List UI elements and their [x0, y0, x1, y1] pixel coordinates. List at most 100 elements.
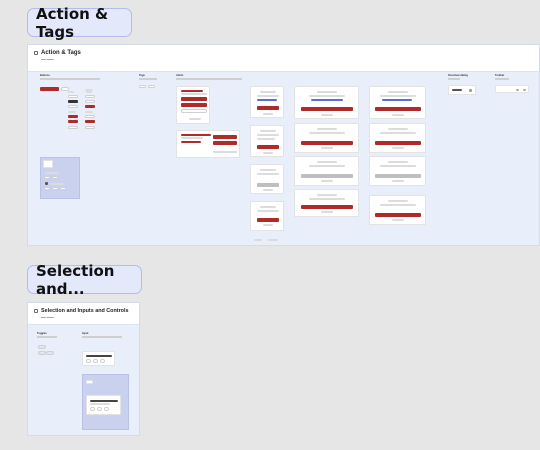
column-head-overview: Overview dialog: [448, 74, 468, 77]
alert-secondary-button[interactable]: [181, 109, 207, 113]
input-variant-panel: [82, 374, 129, 430]
input-field[interactable]: [86, 359, 91, 363]
dark-button[interactable]: [68, 100, 78, 103]
dialog-card: [294, 123, 359, 153]
toggle-switch[interactable]: [38, 345, 46, 349]
mini-button[interactable]: [52, 187, 58, 190]
dialog-confirm-button[interactable]: [257, 106, 279, 110]
tag-chip[interactable]: [139, 85, 146, 88]
dialog-confirm-button[interactable]: [375, 107, 421, 111]
dialog-card: [250, 125, 284, 157]
mini-button[interactable]: [44, 176, 50, 179]
column-desc: [495, 78, 509, 80]
dialog-text: [380, 204, 416, 206]
alert-primary-button[interactable]: [181, 103, 207, 107]
dialog-card: [294, 156, 359, 186]
column-desc: [37, 336, 57, 338]
dialog-text: [257, 95, 279, 97]
dialog-cancel: [392, 114, 404, 116]
dialog-confirm-button[interactable]: [301, 205, 353, 209]
alert-text: [181, 137, 203, 139]
outline-button[interactable]: [68, 95, 78, 98]
dialog-confirm-button[interactable]: [257, 145, 279, 149]
section-tag-action-tags[interactable]: Action & Tags: [27, 5, 132, 41]
dialog-cancel: [321, 147, 333, 149]
toggle-switch[interactable]: [38, 351, 46, 355]
input-field[interactable]: [97, 407, 102, 411]
alert-footnote: [189, 118, 201, 120]
column-head-alerts: Alerts: [176, 74, 184, 77]
button-variants-panel: [40, 157, 80, 199]
dialog-card: [294, 189, 359, 217]
dialog-confirm-button[interactable]: [301, 107, 353, 111]
input-field[interactable]: [104, 407, 109, 411]
mini-button[interactable]: [44, 187, 50, 190]
dialog-title: [388, 91, 408, 93]
dialog-cancel: [321, 211, 333, 213]
dialog-confirm-button[interactable]: [375, 213, 421, 217]
dialog-disabled-button[interactable]: [301, 174, 353, 178]
outline-button[interactable]: [85, 126, 95, 129]
dialog-text: [257, 210, 279, 212]
primary-button[interactable]: [40, 87, 59, 91]
column-desc: [139, 78, 157, 80]
dialog-text: [257, 173, 279, 175]
alert-text: [181, 93, 207, 95]
column-head-toggles: Toggles: [37, 332, 47, 335]
button-label: [85, 111, 93, 113]
frame-header: Action & Tags ▬▬ ▬▬▬: [28, 45, 539, 72]
mini-button[interactable]: [52, 176, 58, 179]
small-red-button[interactable]: [68, 120, 78, 123]
dialog-text: [309, 198, 345, 200]
dialog-card: [369, 86, 426, 119]
alert-primary-button[interactable]: [213, 135, 237, 139]
toolbar-icon[interactable]: [523, 88, 526, 91]
dialog-cancel: [392, 219, 404, 221]
alert-primary-button[interactable]: [213, 141, 237, 145]
dialog-disabled-button[interactable]: [257, 183, 279, 187]
radio-icon[interactable]: [45, 182, 48, 185]
dialog-confirm-button[interactable]: [301, 141, 353, 145]
input-field[interactable]: [100, 359, 105, 363]
button-label: [86, 91, 92, 93]
caption: [254, 239, 262, 241]
outline-button[interactable]: [85, 95, 95, 98]
dialog-card: [250, 164, 284, 194]
frame-title: Action & Tags: [41, 50, 81, 56]
dialog-disabled-button[interactable]: [375, 174, 421, 178]
input-field[interactable]: [90, 407, 95, 411]
mini-input[interactable]: [86, 380, 93, 384]
input-field[interactable]: [93, 359, 98, 363]
tag-chip[interactable]: [148, 85, 155, 88]
frame-title: Selection and Inputs and Controls: [41, 308, 129, 314]
dialog-value: [311, 99, 343, 101]
dialog-title: [388, 161, 408, 163]
dialog-cancel: [263, 224, 273, 226]
dialog-cancel: [392, 147, 404, 149]
alert-title: [181, 134, 211, 136]
alert-footnote: [213, 151, 237, 153]
caption: [268, 239, 278, 241]
small-red-button[interactable]: [85, 105, 95, 108]
section-tag-selection[interactable]: Selection and...: [27, 262, 142, 298]
outline-button[interactable]: [85, 100, 95, 103]
dialog-confirm-button[interactable]: [375, 141, 421, 145]
mini-button[interactable]: [60, 187, 66, 190]
section-tag-label: Action & Tags: [36, 4, 109, 41]
dialog-cancel: [263, 113, 273, 115]
outline-button[interactable]: [68, 126, 78, 129]
dialog-card: [250, 201, 284, 231]
outline-button[interactable]: [85, 115, 95, 118]
toggle-switch[interactable]: [46, 351, 54, 355]
small-red-button[interactable]: [85, 120, 95, 123]
toolbar-icon[interactable]: [516, 88, 519, 91]
outline-button[interactable]: [68, 105, 78, 108]
small-red-button[interactable]: [68, 115, 78, 118]
dialog-text: [309, 132, 345, 134]
dialog-text: [257, 138, 275, 140]
close-icon[interactable]: [469, 89, 472, 92]
dialog-value: [382, 99, 412, 101]
dialog-card: [369, 195, 426, 225]
alert-primary-button[interactable]: [181, 97, 207, 101]
dialog-confirm-button[interactable]: [257, 218, 279, 222]
